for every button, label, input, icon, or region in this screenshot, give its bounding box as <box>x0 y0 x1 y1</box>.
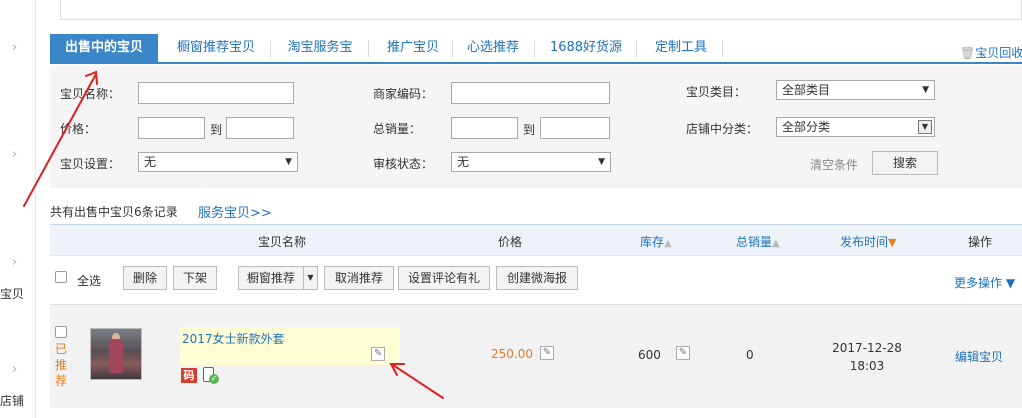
price-label: 价格： <box>60 122 97 136</box>
dropdown-arrow-icon: ▼ <box>918 120 932 134</box>
search-button[interactable]: 搜索 <box>872 151 938 175</box>
clear-conditions-button[interactable]: 清空条件 <box>810 156 858 173</box>
service-items-link[interactable]: 服务宝贝>> <box>198 202 272 221</box>
merchant-code-label: 商家编码： <box>373 87 434 101</box>
publish-time: 2017-12-28 18:03 <box>832 341 902 373</box>
dropdown-arrow-icon: ▼ <box>922 85 929 95</box>
record-count: 共有出售中宝贝6条记录 <box>50 205 178 219</box>
review-status-select[interactable]: 无 ▼ <box>451 152 611 172</box>
tab-bar: 出售中的宝贝 橱窗推荐宝贝 淘宝服务宝 推广宝贝 心选推荐 1688好货源 定制… <box>50 34 1022 64</box>
trash-icon: 🗑 <box>960 46 976 60</box>
sales-min-input[interactable] <box>451 117 518 139</box>
tab-1688[interactable]: 1688好货源 <box>544 34 628 62</box>
pencil-icon[interactable]: ✎ <box>540 346 554 360</box>
bulk-actions-bar: 全选 删除 下架 橱窗推荐 ▼ 取消推荐 设置评论有礼 创建微海报 <box>50 256 1022 302</box>
category-label: 宝贝类目： <box>686 85 747 99</box>
left-nav: › › › 宝贝 › 店铺 <box>0 0 36 418</box>
chevron-right-icon[interactable]: › <box>12 255 17 270</box>
recommended-status: 已推荐 <box>54 342 67 388</box>
sort-up-icon: ▲ <box>664 238 672 249</box>
select-all-label: 全选 <box>77 274 102 288</box>
check-icon: ✓ <box>209 374 219 384</box>
total-sales-label: 总销量： <box>373 122 422 136</box>
cancel-recommend-button[interactable]: 取消推荐 <box>324 266 394 290</box>
price-min-input[interactable] <box>138 117 205 139</box>
delist-button[interactable]: 下架 <box>173 266 217 290</box>
col-name: 宝贝名称 <box>258 235 307 249</box>
to-label: 到 <box>210 123 223 137</box>
create-poster-button[interactable]: 创建微海报 <box>496 266 578 290</box>
recycle-link[interactable]: 🗑宝贝回收 <box>960 44 1022 61</box>
shop-category-select[interactable]: 全部分类 ▼ <box>776 117 935 137</box>
delete-button[interactable]: 删除 <box>123 266 167 290</box>
review-status-label: 审核状态： <box>373 157 434 171</box>
pencil-icon[interactable]: ✎ <box>676 346 690 360</box>
code-badge: 码 <box>181 368 197 383</box>
category-select[interactable]: 全部类目 ▼ <box>776 80 935 100</box>
sort-down-icon: ▼ <box>888 236 897 249</box>
chevron-right-icon[interactable]: › <box>12 147 17 162</box>
item-setting-select[interactable]: 无 ▼ <box>138 152 298 172</box>
sort-up-icon: ▲ <box>772 238 780 249</box>
item-name-label: 宝贝名称： <box>60 87 121 101</box>
nav-item-label[interactable]: 店铺 <box>0 392 24 409</box>
review-gift-button[interactable]: 设置评论有礼 <box>398 266 490 290</box>
col-sales-sort[interactable]: 总销量▲ <box>736 233 780 250</box>
tab-xinxuan[interactable]: 心选推荐 <box>460 34 526 62</box>
product-thumbnail[interactable] <box>90 328 142 380</box>
tab-taobao-service[interactable]: 淘宝服务宝 <box>278 34 362 62</box>
select-all-checkbox[interactable] <box>55 271 67 283</box>
tab-on-sale[interactable]: 出售中的宝贝 <box>50 34 158 62</box>
price-max-input[interactable] <box>226 117 294 139</box>
tab-custom-tools[interactable]: 定制工具 <box>646 34 716 62</box>
item-setting-label: 宝贝设置： <box>60 157 121 171</box>
nav-item-label[interactable]: 宝贝 <box>0 285 24 302</box>
col-operation: 操作 <box>968 235 993 249</box>
tab-promote[interactable]: 推广宝贝 <box>378 34 448 62</box>
dropdown-arrow-icon[interactable]: ▼ <box>304 266 318 290</box>
product-title-link[interactable]: 2017女士新款外套 <box>182 330 285 347</box>
dropdown-arrow-icon: ▼ <box>285 157 292 167</box>
shop-category-label: 店铺中分类： <box>686 122 759 136</box>
product-stock: 600 <box>638 348 661 362</box>
pencil-icon[interactable]: ✎ <box>371 347 385 361</box>
dropdown-arrow-icon: ▼ <box>598 157 605 167</box>
more-actions-menu[interactable]: 更多操作 ▼ <box>954 274 1015 291</box>
mobile-icon: ✓ <box>203 367 219 384</box>
merchant-code-input[interactable] <box>451 82 610 104</box>
col-publish-sort[interactable]: 发布时间▼ <box>840 233 896 250</box>
tab-window-recommend[interactable]: 橱窗推荐宝贝 <box>168 34 264 62</box>
product-price: 250.00 <box>491 347 533 361</box>
sales-max-input[interactable] <box>540 117 610 139</box>
to-label: 到 <box>523 123 536 137</box>
item-name-input[interactable] <box>138 82 294 104</box>
product-sales: 0 <box>746 348 754 362</box>
table-header: 宝贝名称 价格 库存▲ 总销量▲ 发布时间▼ 操作 <box>50 224 1022 256</box>
row-checkbox[interactable] <box>55 326 67 338</box>
chevron-right-icon[interactable]: › <box>12 40 17 55</box>
edit-item-link[interactable]: 编辑宝贝 <box>955 348 1003 365</box>
window-recommend-button[interactable]: 橱窗推荐 <box>238 266 304 290</box>
col-price: 价格 <box>498 235 523 249</box>
top-panel <box>60 0 1022 20</box>
chevron-right-icon[interactable]: › <box>12 362 17 377</box>
col-stock-sort[interactable]: 库存▲ <box>640 233 672 250</box>
